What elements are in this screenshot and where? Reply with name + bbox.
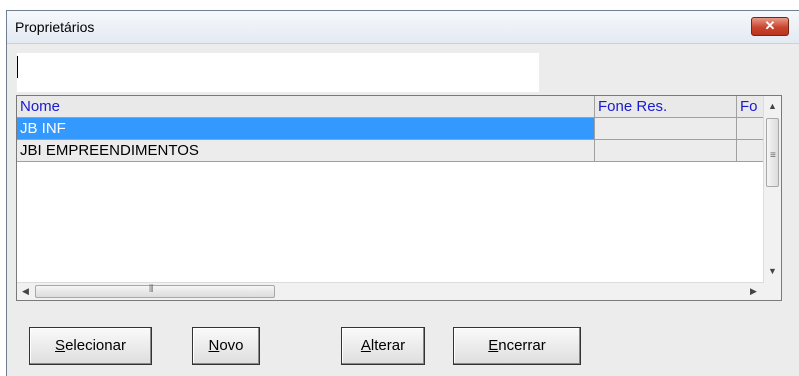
search-input[interactable] <box>16 52 540 93</box>
alterar-button[interactable]: Alterar <box>341 327 425 365</box>
horizontal-scroll-thumb[interactable]: ⦀ <box>35 284 275 298</box>
scroll-left-icon[interactable]: ◀ <box>22 286 29 297</box>
scroll-up-icon[interactable]: ▲ <box>768 101 777 111</box>
selecionar-accel: S <box>55 337 66 354</box>
table-header: Nome Fone Res. Fo <box>17 96 766 118</box>
cell-fo <box>737 118 766 140</box>
encerrar-label: ncerrar <box>498 337 546 354</box>
selecionar-button[interactable]: Selecionar <box>29 327 152 365</box>
vertical-scroll-thumb[interactable]: ≡ <box>766 118 779 187</box>
alterar-accel: A <box>360 337 371 354</box>
owners-grid: Nome Fone Res. Fo JB INF JBI EMPREENDIME… <box>16 95 782 301</box>
grip-icon: ≡ <box>770 150 776 161</box>
grip-icon: ⦀ <box>149 284 154 295</box>
column-header-nome[interactable]: Nome <box>17 96 595 118</box>
cell-fone-res <box>595 140 737 162</box>
horizontal-scrollbar[interactable]: ◀ ⦀ ▶ <box>17 282 764 300</box>
cell-fone-res <box>595 118 737 140</box>
window-title: Proprietários <box>15 19 95 35</box>
selecionar-label: elecionar <box>65 337 126 354</box>
table-row[interactable]: JBI EMPREENDIMENTOS <box>17 140 766 162</box>
cell-nome: JBI EMPREENDIMENTOS <box>17 140 595 162</box>
column-header-fone-res[interactable]: Fone Res. <box>595 96 737 118</box>
column-header-fo[interactable]: Fo <box>737 96 766 118</box>
cell-nome: JB INF <box>17 118 595 140</box>
encerrar-button[interactable]: Encerrar <box>453 327 581 365</box>
close-icon: ✕ <box>764 18 776 33</box>
novo-label: ovo <box>219 337 244 354</box>
scroll-down-icon[interactable]: ▼ <box>768 266 777 276</box>
scrollbar-corner <box>764 283 781 300</box>
scroll-right-icon[interactable]: ▶ <box>750 286 757 297</box>
proprietarios-dialog: Proprietários ✕ Nome Fone Res. Fo JB INF… <box>6 10 799 376</box>
cell-fo <box>737 140 766 162</box>
close-button[interactable]: ✕ <box>751 17 789 36</box>
title-bar[interactable]: Proprietários ✕ <box>7 11 799 44</box>
text-caret <box>17 56 18 78</box>
vertical-scrollbar[interactable]: ▲ ≡ ▼ <box>763 96 781 283</box>
table-row[interactable]: JB INF <box>17 118 766 140</box>
encerrar-accel: E <box>488 337 499 354</box>
novo-accel: N <box>208 337 220 354</box>
novo-button[interactable]: Novo <box>192 327 260 365</box>
alterar-label: lterar <box>370 337 406 354</box>
